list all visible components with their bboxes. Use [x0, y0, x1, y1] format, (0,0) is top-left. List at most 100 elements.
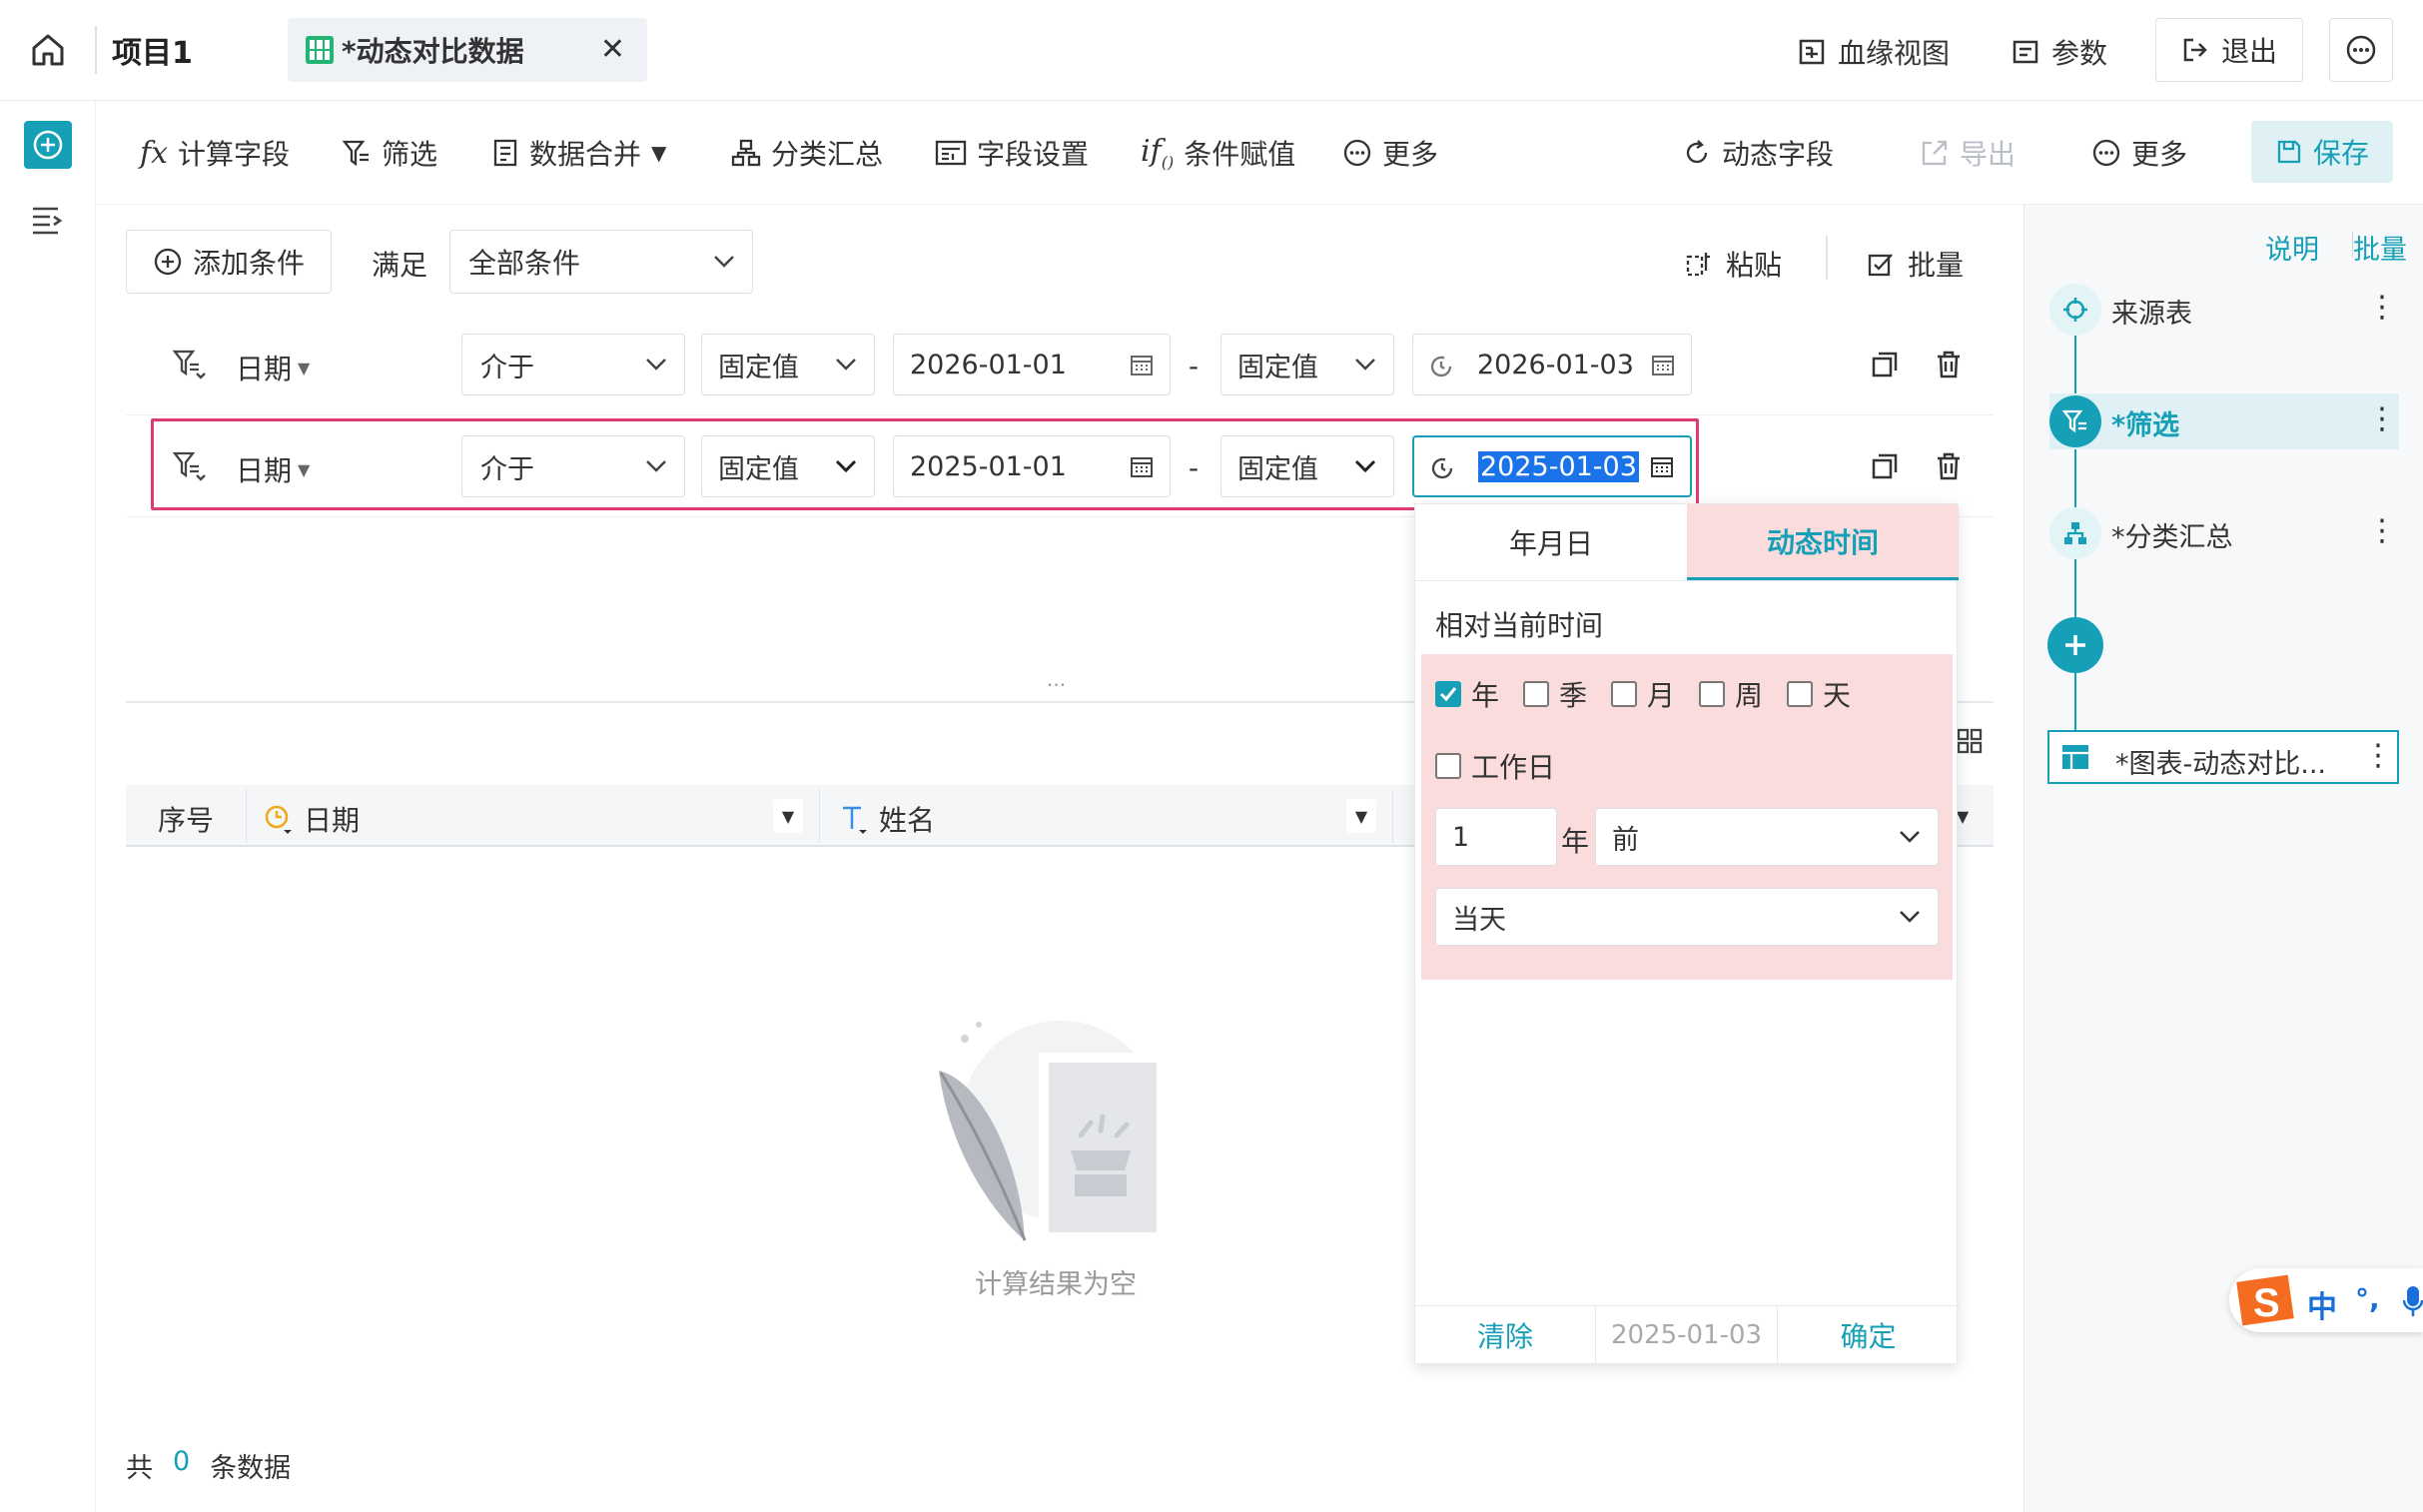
dynamic-field-label: 动态字段 — [1722, 138, 1835, 171]
tab-dynamic-compare[interactable]: *动态对比数据 ✕ — [288, 18, 647, 82]
clear-button[interactable]: 清除 — [1415, 1306, 1595, 1364]
flow-node-filter[interactable]: *筛选 ⋮ — [2049, 393, 2399, 449]
batch-button[interactable]: 批量 — [1866, 244, 1964, 284]
calc-field-button[interactable]: fx 计算字段 — [140, 131, 290, 175]
start-date-input[interactable]: 2026-01-01 — [893, 334, 1171, 395]
batch-check-icon — [1868, 254, 1893, 277]
export-button[interactable]: 导出 — [1920, 131, 2016, 175]
copy-icon[interactable] — [1870, 451, 1900, 481]
operator-select[interactable]: 介于 — [461, 435, 685, 497]
more-actions-button[interactable]: 更多 — [2091, 131, 2187, 175]
end-date-input[interactable]: 2026-01-03 — [1412, 334, 1692, 395]
field-settings-button[interactable]: 字段设置 — [935, 131, 1089, 175]
save-icon — [2277, 140, 2301, 164]
workday-checkbox[interactable]: 工作日 — [1435, 746, 1555, 786]
end-type-select[interactable]: 固定值 — [1220, 435, 1394, 497]
empty-state-illustration — [921, 1011, 1181, 1250]
start-type-select[interactable]: 固定值 — [701, 334, 875, 395]
delete-icon[interactable] — [1934, 350, 1964, 379]
condition-field-select[interactable]: 日期 ▼ — [236, 449, 310, 489]
flow-node-group-summary[interactable]: *分类汇总 ⋮ — [2049, 505, 2399, 561]
start-date-input[interactable]: 2025-01-01 — [893, 435, 1171, 497]
range-separator: - — [1189, 350, 1200, 382]
column-header-name[interactable]: 姓名 — [839, 799, 935, 839]
node-menu-icon[interactable]: ⋮ — [2367, 513, 2397, 548]
svg-text:S: S — [2253, 1281, 2280, 1325]
params-button[interactable]: 参数 — [2012, 32, 2107, 72]
plus-icon — [2065, 635, 2085, 655]
more-circle-icon — [1343, 139, 1371, 167]
direction-select[interactable]: 前 — [1595, 808, 1939, 866]
tab-dynamic-time[interactable]: 动态时间 — [1687, 504, 1959, 580]
toolbar: fx 计算字段 筛选 数据合并 ▼ 分类汇总 字段设置 if() 条件赋值 更多… — [96, 101, 2423, 205]
grid-view-icon[interactable] — [1956, 727, 1984, 755]
paste-button[interactable]: 粘贴 — [1684, 244, 1782, 284]
add-node-button[interactable] — [24, 121, 72, 169]
flow-node-chart[interactable]: *图表-动态对比... ⋮ — [2047, 730, 2399, 784]
close-icon[interactable]: ✕ — [600, 32, 625, 67]
copy-icon[interactable] — [1870, 350, 1900, 379]
operator-select[interactable]: 介于 — [461, 334, 685, 395]
add-condition-label: 添加条件 — [192, 247, 305, 280]
divider — [1826, 236, 1828, 280]
flow-node-source[interactable]: 来源表 ⋮ — [2049, 282, 2399, 338]
dynamic-field-button[interactable]: 动态字段 — [1682, 131, 1834, 175]
outline-toggle-icon[interactable] — [30, 205, 64, 235]
end-date-value-selected: 2025-01-03 — [1478, 450, 1639, 482]
merge-button[interactable]: 数据合并 ▼ — [491, 131, 666, 175]
start-type-select[interactable]: 固定值 — [701, 435, 875, 497]
group-summary-button[interactable]: 分类汇总 — [731, 131, 883, 175]
start-type-value: 固定值 — [718, 453, 799, 485]
unit-day-checkbox[interactable]: 天 — [1787, 674, 1851, 714]
more-tools-button[interactable]: 更多 — [1342, 131, 1438, 175]
calendar-icon — [1131, 457, 1153, 477]
microphone-icon — [2403, 1284, 2423, 1318]
confirm-button[interactable]: 确定 — [1778, 1306, 1959, 1364]
filter-icon — [2049, 395, 2101, 447]
unit-week-checkbox[interactable]: 周 — [1699, 674, 1763, 714]
batch-link[interactable]: 批量 — [2353, 228, 2407, 267]
unit-quarter-checkbox[interactable]: 季 — [1523, 674, 1587, 714]
end-type-select[interactable]: 固定值 — [1220, 334, 1394, 395]
explain-link[interactable]: 说明 — [2265, 228, 2319, 267]
tab-ymd[interactable]: 年月日 — [1415, 504, 1687, 580]
lineage-view-button[interactable]: 血缘视图 — [1798, 32, 1950, 72]
ime-toolbar[interactable]: S 中 °, — [2229, 1268, 2423, 1332]
end-date-input-active[interactable]: 2025-01-03 — [1412, 435, 1692, 497]
column-header-index: 序号 — [158, 804, 215, 837]
paste-icon — [1686, 253, 1710, 277]
field-type-filter-icon[interactable] — [172, 449, 208, 481]
home-icon[interactable] — [28, 30, 68, 70]
save-button[interactable]: 保存 — [2251, 121, 2393, 183]
column-menu-button[interactable]: ▼ — [773, 799, 803, 833]
splitter-handle[interactable]: ... — [1047, 667, 1066, 691]
field-type-filter-icon[interactable] — [172, 348, 208, 379]
unit-year-checkbox[interactable]: 年 — [1435, 674, 1499, 714]
chevron-down-icon — [646, 460, 666, 472]
node-menu-icon[interactable]: ⋮ — [2367, 401, 2397, 436]
delete-icon[interactable] — [1934, 451, 1964, 481]
left-nav — [0, 101, 96, 1512]
column-menu-button[interactable]: ▼ — [1346, 799, 1376, 833]
chevron-down-icon — [714, 256, 734, 268]
unit-month-checkbox[interactable]: 月 — [1611, 674, 1675, 714]
sogou-logo-icon: S — [2233, 1268, 2297, 1332]
column-header-date[interactable]: 日期 — [264, 799, 360, 839]
more-menu-button[interactable] — [2329, 18, 2393, 82]
chevron-down-icon — [1355, 359, 1375, 371]
satisfy-select[interactable]: 全部条件 — [449, 230, 753, 294]
node-menu-icon[interactable]: ⋮ — [2363, 738, 2393, 773]
offset-number-input[interactable]: 1 — [1435, 808, 1557, 866]
unit-label: 年 — [1471, 679, 1500, 712]
condition-field-select[interactable]: 日期 ▼ — [236, 348, 310, 387]
logout-icon — [2183, 38, 2207, 62]
add-flow-node-button[interactable] — [2047, 617, 2103, 673]
node-menu-icon[interactable]: ⋮ — [2367, 290, 2397, 325]
anchor-select[interactable]: 当天 — [1435, 888, 1939, 946]
add-condition-button[interactable]: 添加条件 — [126, 230, 332, 294]
group-summary-label: 分类汇总 — [771, 138, 884, 171]
exit-button[interactable]: 退出 — [2155, 18, 2303, 82]
condition-field-label: 日期 — [236, 353, 293, 385]
cond-assign-button[interactable]: if() 条件赋值 — [1141, 131, 1295, 175]
filter-button[interactable]: 筛选 — [342, 131, 437, 175]
